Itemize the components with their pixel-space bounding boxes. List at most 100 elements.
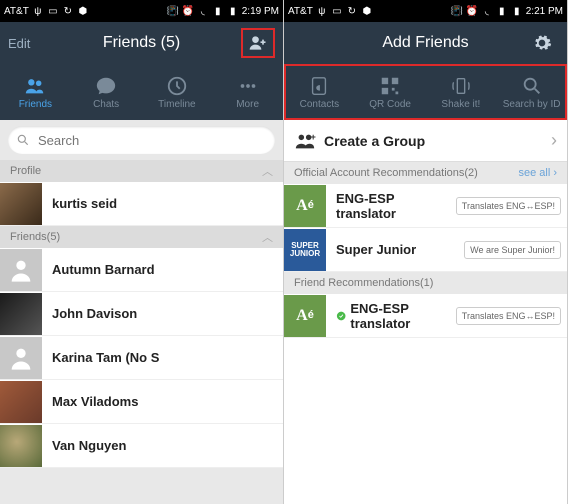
- add-friend-button[interactable]: [241, 28, 275, 58]
- avatar: [0, 381, 42, 423]
- method-qrcode[interactable]: QR Code: [355, 64, 426, 120]
- friends-scroll[interactable]: Profile ︿ kurtis seid Friends(5) ︿ Autum…: [0, 160, 283, 504]
- friend-rec-row[interactable]: Aé ENG-ESP translator Translates ENG↔ESP…: [284, 294, 567, 338]
- official-rec-header: Official Account Recommendations(2) see …: [284, 162, 567, 184]
- see-all-link[interactable]: see all ›: [518, 167, 557, 179]
- status-bar: AT&T ψ ▭ ↻ ⬢ 📳 ⏰ ◟ ▮ ▮ 2:19 PM: [0, 0, 283, 22]
- clock-label: 2:19 PM: [242, 6, 279, 17]
- create-group-row[interactable]: + Create a Group ›: [284, 120, 567, 162]
- account-name: ENG-ESP translator: [326, 301, 456, 331]
- search-input[interactable]: [8, 126, 275, 154]
- carrier-icon: ⬢: [361, 5, 373, 17]
- alarm-icon: ⏰: [466, 5, 478, 17]
- friend-row[interactable]: Van Nguyen: [0, 424, 283, 468]
- alarm-icon: ⏰: [182, 5, 194, 17]
- account-name: Super Junior: [326, 242, 464, 257]
- signal-icon: ▮: [212, 5, 224, 17]
- tab-timeline[interactable]: Timeline: [142, 64, 213, 120]
- recommendations-scroll[interactable]: Official Account Recommendations(2) see …: [284, 162, 567, 338]
- settings-button[interactable]: [525, 28, 559, 58]
- carrier-icon: ⬢: [77, 5, 89, 17]
- shake-icon: [450, 75, 472, 97]
- search-icon: [521, 75, 543, 97]
- carrier-label: AT&T: [288, 6, 313, 17]
- tab-label: Friends: [19, 99, 52, 110]
- usb-icon: ψ: [316, 5, 328, 17]
- profile-row[interactable]: kurtis seid: [0, 182, 283, 226]
- method-label: Shake it!: [441, 99, 480, 110]
- clock-label: 2:21 PM: [526, 6, 563, 17]
- tab-label: Chats: [93, 99, 119, 110]
- friend-row[interactable]: Karina Tam (No S: [0, 336, 283, 380]
- timeline-icon: [166, 75, 188, 97]
- svg-text:+: +: [311, 132, 316, 142]
- battery-icon: ▮: [227, 5, 239, 17]
- official-account-row[interactable]: Aé ENG-ESP translator Translates ENG↔ESP…: [284, 184, 567, 228]
- gear-icon: [532, 33, 552, 53]
- avatar: [0, 425, 42, 467]
- vibrate-icon: 📳: [451, 5, 463, 17]
- vibrate-icon: 📳: [167, 5, 179, 17]
- avatar: [0, 183, 42, 225]
- chat-icon: ▭: [331, 5, 343, 17]
- avatar: [0, 337, 42, 379]
- friend-name: Van Nguyen: [42, 438, 283, 453]
- edit-button[interactable]: Edit: [8, 36, 30, 51]
- tab-more[interactable]: More: [212, 64, 283, 120]
- add-friends-screen: AT&T ψ ▭ ↻ ⬢ 📳 ⏰ ◟ ▮ ▮ 2:21 PM Add Frien…: [284, 0, 568, 504]
- method-label: Contacts: [300, 99, 339, 110]
- friends-icon: [24, 75, 46, 97]
- profile-header[interactable]: Profile ︿: [0, 160, 283, 182]
- tab-chats[interactable]: Chats: [71, 64, 142, 120]
- status-bar: AT&T ψ ▭ ↻ ⬢ 📳 ⏰ ◟ ▮ ▮ 2:21 PM: [284, 0, 567, 22]
- group-icon: +: [294, 130, 316, 152]
- signal-icon: ▮: [496, 5, 508, 17]
- create-group-label: Create a Group: [324, 133, 425, 149]
- tab-label: Timeline: [158, 99, 195, 110]
- method-label: QR Code: [369, 99, 411, 110]
- friend-name: Karina Tam (No S: [42, 350, 283, 365]
- tab-label: More: [236, 99, 259, 110]
- avatar: Aé: [284, 185, 326, 227]
- sync-icon: ↻: [346, 5, 358, 17]
- friends-list-screen: AT&T ψ ▭ ↻ ⬢ 📳 ⏰ ◟ ▮ ▮ 2:19 PM Edit Frie…: [0, 0, 284, 504]
- method-contacts[interactable]: Contacts: [284, 64, 355, 120]
- nav-bar: Add Friends: [284, 22, 567, 64]
- carrier-label: AT&T: [4, 6, 29, 17]
- usb-icon: ψ: [32, 5, 44, 17]
- friend-name: Autumn Barnard: [42, 262, 283, 277]
- friend-rec-header: Friend Recommendations(1): [284, 272, 567, 294]
- search-icon: [16, 133, 30, 147]
- status-bubble: Translates ENG↔ESP!: [456, 197, 561, 215]
- wifi-icon: ◟: [197, 5, 209, 17]
- battery-icon: ▮: [511, 5, 523, 17]
- add-friend-icon: [248, 33, 268, 53]
- profile-name: kurtis seid: [42, 196, 283, 211]
- friend-row[interactable]: Autumn Barnard: [0, 248, 283, 292]
- friend-name: John Davison: [42, 306, 283, 321]
- chats-icon: [95, 75, 117, 97]
- friend-row[interactable]: Max Viladoms: [0, 380, 283, 424]
- verified-icon: [336, 310, 346, 322]
- friends-header[interactable]: Friends(5) ︿: [0, 226, 283, 248]
- status-bubble: We are Super Junior!: [464, 241, 561, 259]
- tab-friends[interactable]: Friends: [0, 64, 71, 120]
- avatar: [0, 249, 42, 291]
- avatar: Aé: [284, 295, 326, 337]
- more-icon: [237, 75, 259, 97]
- contacts-icon: [308, 75, 330, 97]
- method-shake[interactable]: Shake it!: [426, 64, 497, 120]
- add-methods-bar: Contacts QR Code Shake it! Search by ID: [284, 64, 567, 120]
- search-bar: [0, 120, 283, 160]
- friend-row[interactable]: John Davison: [0, 292, 283, 336]
- official-account-row[interactable]: SUPERJUNIOR Super Junior We are Super Ju…: [284, 228, 567, 272]
- chevron-up-icon: ︿: [262, 163, 273, 179]
- sync-icon: ↻: [62, 5, 74, 17]
- avatar: SUPERJUNIOR: [284, 229, 326, 271]
- qrcode-icon: [379, 75, 401, 97]
- method-search-id[interactable]: Search by ID: [496, 64, 567, 120]
- status-bubble: Translates ENG↔ESP!: [456, 307, 561, 325]
- avatar: [0, 293, 42, 335]
- chevron-right-icon: ›: [551, 130, 557, 151]
- nav-bar: Edit Friends (5): [0, 22, 283, 64]
